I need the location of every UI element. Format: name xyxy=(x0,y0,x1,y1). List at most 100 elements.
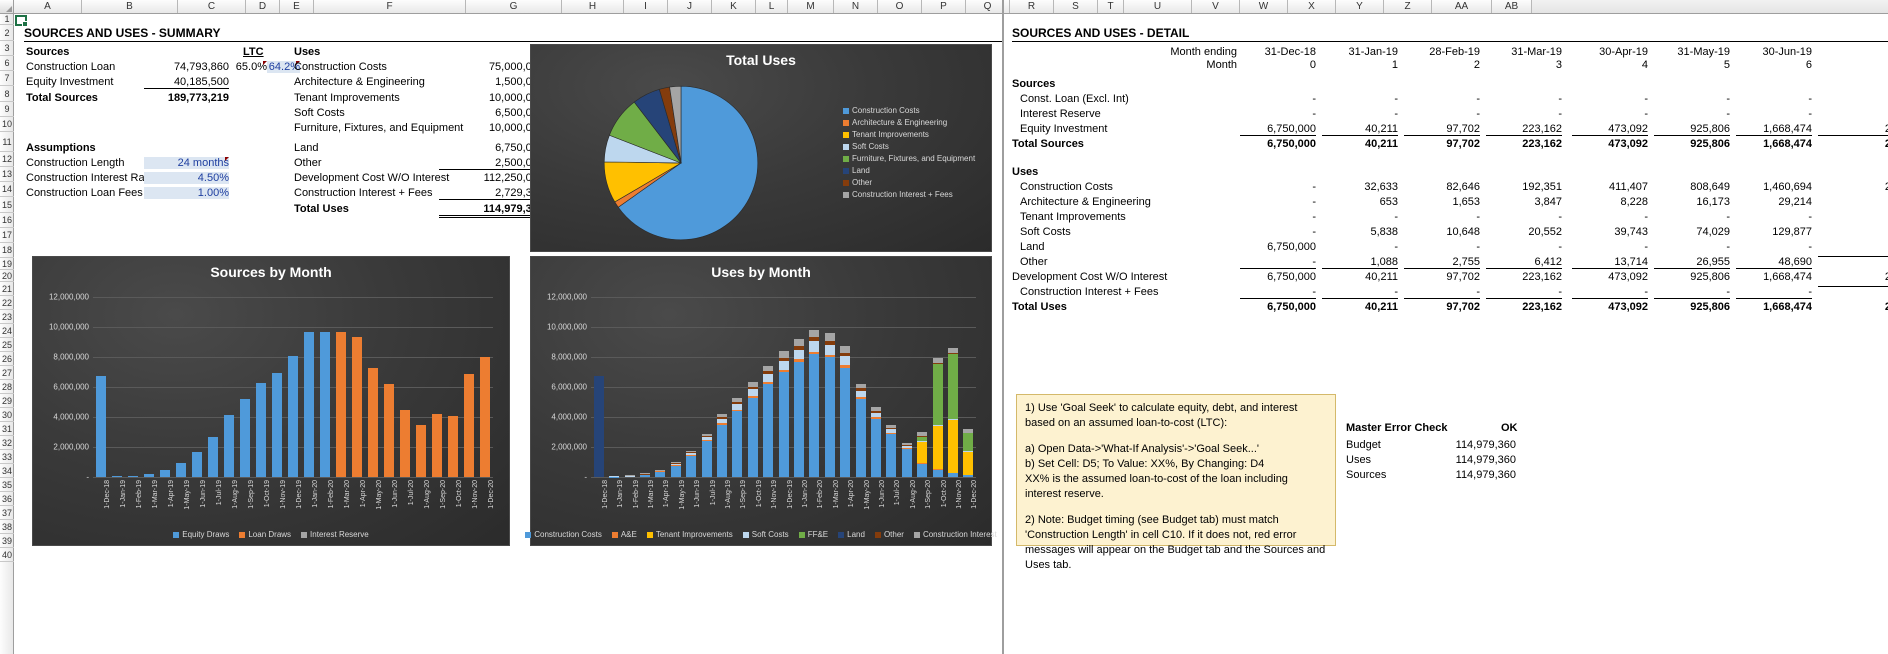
bar-segment[interactable] xyxy=(886,432,897,434)
detail-cell[interactable]: - xyxy=(1240,211,1316,223)
row-header-36[interactable]: 36 xyxy=(0,492,14,506)
detail-cell[interactable]: - xyxy=(1818,93,1888,105)
column-header-i[interactable]: I xyxy=(624,0,668,13)
row-header-20[interactable]: 20 xyxy=(0,270,14,282)
use-value-land[interactable]: 6,750,000 xyxy=(439,142,544,154)
detail-cell[interactable]: - xyxy=(1404,93,1480,105)
bar-segment[interactable] xyxy=(963,433,974,451)
detail-cell[interactable]: 925,806 xyxy=(1654,123,1730,136)
column-header-e[interactable]: E xyxy=(280,0,314,13)
bar-segment[interactable] xyxy=(701,437,712,441)
detail-cell[interactable]: - xyxy=(1240,108,1316,120)
use-value-construction-costs[interactable]: 75,000,000 xyxy=(439,61,544,73)
source-value-equity-investment[interactable]: 40,185,500 xyxy=(144,76,229,89)
bar-segment[interactable] xyxy=(686,452,697,453)
row-header-13[interactable]: 13 xyxy=(0,167,14,182)
row-header-1[interactable]: 1 xyxy=(0,14,14,25)
row-header-9[interactable]: 9 xyxy=(0,102,14,117)
row-header-25[interactable]: 25 xyxy=(0,338,14,352)
row-header-17[interactable]: 17 xyxy=(0,228,14,243)
detail-cell[interactable]: 2, xyxy=(1818,271,1888,283)
detail-cell[interactable]: 473,092 xyxy=(1572,123,1648,136)
bar-segment[interactable] xyxy=(824,344,835,355)
detail-cell[interactable]: 26,955 xyxy=(1654,256,1730,269)
total-sources-value[interactable]: 189,773,219 xyxy=(144,92,229,104)
detail-cell[interactable]: - xyxy=(1486,211,1562,223)
row-header-6[interactable]: 6 xyxy=(0,56,14,71)
row-header-31[interactable]: 31 xyxy=(0,422,14,436)
row-header-30[interactable]: 30 xyxy=(0,408,14,422)
bar-segment[interactable] xyxy=(670,463,681,465)
column-header-p[interactable]: P xyxy=(922,0,966,13)
bar-segment[interactable] xyxy=(655,470,666,477)
bar-segment[interactable] xyxy=(824,357,835,477)
construction-interest-value[interactable]: 2,729,360 xyxy=(439,187,544,200)
detail-cell[interactable]: 10,648 xyxy=(1404,226,1480,238)
row-header-2[interactable]: 2 xyxy=(0,25,14,41)
detail-cell[interactable]: - xyxy=(1240,286,1316,299)
bar-segment[interactable] xyxy=(901,444,912,446)
bar-segment[interactable] xyxy=(917,441,928,443)
bar-segment[interactable] xyxy=(670,464,681,477)
bar-segment[interactable] xyxy=(824,333,835,341)
bar-segment[interactable] xyxy=(809,351,820,354)
bar-segment[interactable] xyxy=(701,441,712,477)
detail-cell[interactable] xyxy=(1818,256,1888,257)
bar-segment[interactable] xyxy=(732,404,743,410)
detail-cell[interactable]: - xyxy=(1654,286,1730,299)
bar-segment[interactable] xyxy=(778,361,789,370)
total-uses-pie-chart[interactable]: Total Uses Construction Costs Architectur… xyxy=(530,44,992,252)
row-header-39[interactable]: 39 xyxy=(0,534,14,548)
bar-segment[interactable] xyxy=(947,352,958,419)
detail-cell[interactable]: - xyxy=(1572,286,1648,299)
detail-cell[interactable]: 192,351 xyxy=(1486,181,1562,193)
column-header-h[interactable]: H xyxy=(562,0,624,13)
assumption-value-loan-fees[interactable]: 1.00% xyxy=(144,187,229,199)
detail-cell[interactable]: 129,877 xyxy=(1736,226,1812,238)
bar-segment[interactable] xyxy=(901,447,912,449)
bar-segment[interactable] xyxy=(144,473,154,477)
worksheet-grid[interactable]: SOURCES AND USES - SUMMARY Sources LTC U… xyxy=(14,0,1888,654)
column-header-k[interactable]: K xyxy=(712,0,756,13)
detail-cell[interactable]: 16,173 xyxy=(1654,196,1730,208)
detail-cell[interactable]: 473,092 xyxy=(1572,301,1648,313)
detail-cell[interactable]: - xyxy=(1572,211,1648,223)
row-header-34[interactable]: 34 xyxy=(0,464,14,478)
column-header-a[interactable]: A xyxy=(14,0,82,13)
detail-cell[interactable]: - xyxy=(1486,108,1562,120)
column-header-v[interactable]: V xyxy=(1192,0,1240,13)
assumption-value-interest-rate[interactable]: 4.50% xyxy=(144,172,229,184)
bar-segment[interactable] xyxy=(793,361,804,477)
row-header-26[interactable]: 26 xyxy=(0,352,14,366)
row-header-18[interactable]: 18 xyxy=(0,243,14,258)
detail-cell[interactable]: 2, xyxy=(1818,301,1888,313)
detail-cell[interactable]: 925,806 xyxy=(1654,271,1730,283)
bar-segment[interactable] xyxy=(870,407,881,411)
detail-cell[interactable]: 223,162 xyxy=(1486,271,1562,283)
bar-segment[interactable] xyxy=(716,423,727,425)
detail-cell[interactable]: 13,714 xyxy=(1572,256,1648,269)
column-header-f[interactable]: F xyxy=(314,0,466,13)
detail-cell[interactable]: - xyxy=(1322,108,1398,120)
detail-cell[interactable]: 2,755 xyxy=(1404,256,1480,269)
detail-cell[interactable]: 8,228 xyxy=(1572,196,1648,208)
column-header-o[interactable]: O xyxy=(878,0,922,13)
bar-segment[interactable] xyxy=(917,436,928,442)
use-value-tenant-improvements[interactable]: 10,000,000 xyxy=(439,92,544,104)
detail-cell[interactable]: 3,847 xyxy=(1486,196,1562,208)
bar-segment[interactable] xyxy=(272,372,282,477)
row-header-21[interactable]: 21 xyxy=(0,282,14,296)
detail-cell[interactable]: 40,211 xyxy=(1322,123,1398,136)
assumption-value-construction-length[interactable]: 24 months xyxy=(144,157,229,169)
bar-segment[interactable] xyxy=(932,363,943,426)
bar-segment[interactable] xyxy=(824,354,835,357)
active-cell-a1[interactable] xyxy=(15,15,28,27)
bar-segment[interactable] xyxy=(855,391,866,398)
bar-segment[interactable] xyxy=(793,349,804,360)
bar-segment[interactable] xyxy=(256,382,266,477)
bar-segment[interactable] xyxy=(917,442,928,464)
detail-cell[interactable]: - xyxy=(1654,93,1730,105)
bar-segment[interactable] xyxy=(901,448,912,477)
bar-segment[interactable] xyxy=(932,358,943,364)
bar-segment[interactable] xyxy=(732,397,743,402)
